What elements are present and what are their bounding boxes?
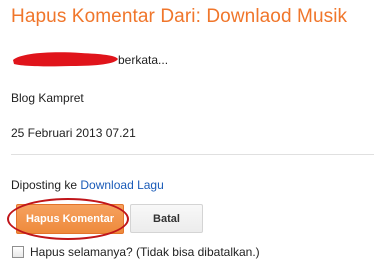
author-says-text: berkata... [118,53,169,67]
posted-to-line: Diposting ke Download Lagu [11,178,164,192]
page-title: Hapus Komentar Dari: Downlaod Musik [11,6,348,27]
delete-permanently-label: Hapus selamanya? (Tidak bisa dibatalkan.… [30,245,260,259]
delete-comment-button[interactable]: Hapus Komentar [16,204,124,234]
blog-name: Blog Kampret [11,91,84,105]
posted-to-prefix: Diposting ke [11,178,81,192]
cancel-button[interactable]: Batal [130,204,203,233]
delete-permanently-option[interactable]: Hapus selamanya? (Tidak bisa dibatalkan.… [12,244,260,260]
divider [11,154,374,155]
delete-permanently-checkbox[interactable] [12,246,24,258]
comment-author-row: berkata... [11,50,311,70]
redacted-author-name [13,52,118,67]
post-link[interactable]: Download Lagu [80,178,163,192]
comment-date: 25 Februari 2013 07.21 [11,126,136,140]
